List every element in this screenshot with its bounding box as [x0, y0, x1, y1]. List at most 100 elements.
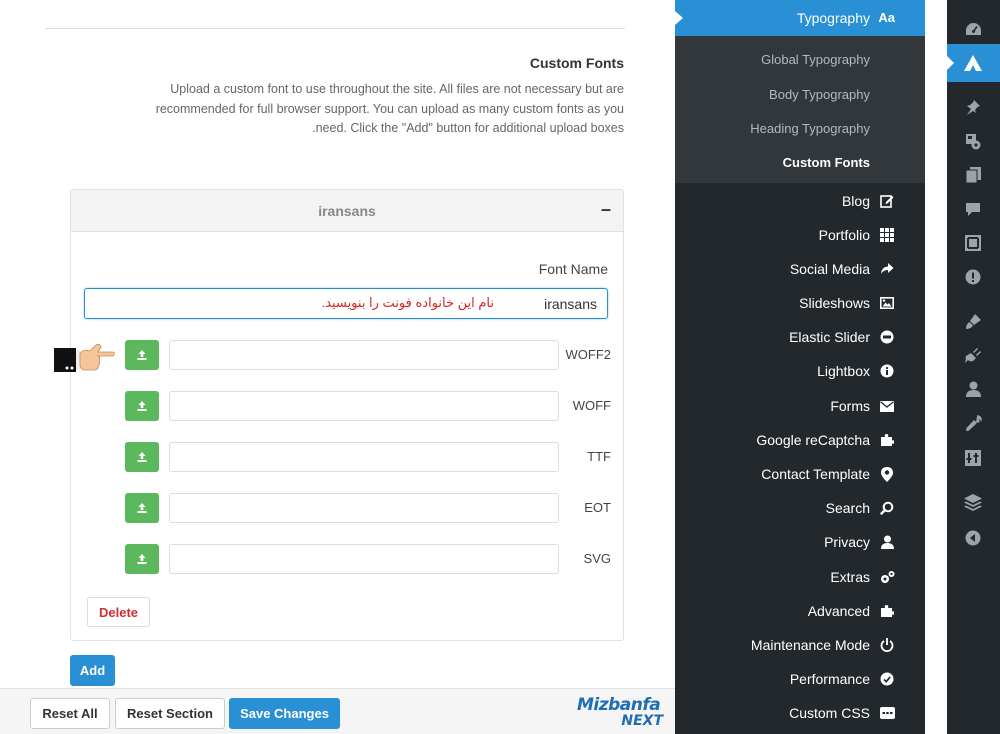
sidebar-item-custom-css[interactable]: Custom CSS [675, 696, 925, 730]
upload-label: TTF [587, 449, 611, 464]
font-name-input[interactable]: iransans نام این خانواده فونت را بنویسید… [84, 288, 608, 319]
sidebar-item-search[interactable]: Search [675, 491, 925, 525]
sidebar-item-elastic-slider[interactable]: Elastic Slider [675, 320, 925, 354]
typography-icon: Aa [878, 10, 895, 25]
share-icon [879, 261, 895, 277]
sidebar-item-typography[interactable]: Typography Aa [675, 0, 925, 36]
upload-field[interactable] [169, 544, 559, 574]
upload-icon [137, 554, 147, 564]
upload-field[interactable] [169, 391, 559, 421]
slider-icon [879, 329, 895, 345]
upload-button[interactable] [125, 340, 159, 370]
sidebar-item-maintenance-mode[interactable]: Maintenance Mode [675, 628, 925, 662]
logo-text-top: Mizbanfa [577, 695, 661, 715]
submenu-heading-typography[interactable]: Heading Typography [750, 121, 870, 136]
appearance-icon[interactable] [962, 310, 984, 332]
upload-field[interactable] [169, 442, 559, 472]
pages-icon[interactable] [962, 164, 984, 186]
section-description: Upload a custom font to use throughout t… [155, 82, 624, 135]
plugins-icon[interactable] [962, 344, 984, 366]
sidebar-item-slideshows[interactable]: Slideshows [675, 286, 925, 320]
sidebar-item-label: Advanced [807, 603, 870, 619]
upload-icon [137, 401, 147, 411]
typography-submenu: Global Typography Body Typography Headin… [675, 36, 925, 183]
save-changes-button[interactable]: Save Changes [229, 698, 340, 729]
upload-label: EOT [584, 500, 611, 515]
tools-icon[interactable] [962, 412, 984, 434]
grid-icon [879, 227, 895, 243]
collapse-button[interactable]: – [601, 199, 611, 220]
sidebar-item-label: Maintenance Mode [750, 637, 870, 653]
power-icon [879, 637, 895, 653]
sidebar-item-lightbox[interactable]: Lightbox [675, 354, 925, 388]
font-name-value: iransans [544, 296, 597, 312]
sidebar-item-social-media[interactable]: Social Media [675, 252, 925, 286]
main-content: Custom Fonts Upload a custom font to use… [0, 0, 675, 734]
alert-icon[interactable] [962, 266, 984, 288]
sidebar-item-privacy[interactable]: Privacy [675, 525, 925, 559]
info-icon [879, 363, 895, 379]
sidebar-item-label: Search [825, 500, 870, 516]
pointing-hand-icon [54, 343, 115, 372]
sidebar-item-label: Privacy [824, 534, 870, 550]
upload-field[interactable] [169, 340, 559, 370]
gauge-icon [879, 671, 895, 687]
font-box-header[interactable]: iransans – [71, 190, 623, 232]
upload-row-eot: EOT [71, 493, 625, 524]
upload-button[interactable] [125, 391, 159, 421]
mizbanfa-logo: Mizbanfa NEXT [577, 696, 669, 730]
user-icon [879, 534, 895, 550]
sidebar-item-label: Typography [796, 10, 870, 26]
comments-icon[interactable] [962, 198, 984, 220]
upload-icon [137, 503, 147, 513]
logo-text-bottom: NEXT [621, 713, 663, 729]
submenu-custom-fonts[interactable]: Custom Fonts [783, 155, 870, 170]
users-icon[interactable] [962, 378, 984, 400]
sidebar-item-portfolio[interactable]: Portfolio [675, 218, 925, 252]
font-name-annotation: نام این خانواده فونت را بنویسید. [321, 295, 494, 310]
sidebar-item-blog[interactable]: Blog [675, 184, 925, 218]
submenu-global-typography[interactable]: Global Typography [761, 52, 870, 67]
page: Custom Fonts Upload a custom font to use… [0, 0, 1000, 734]
upload-icon [137, 452, 147, 462]
media-icon[interactable] [962, 130, 984, 152]
dashboard-icon[interactable] [962, 18, 984, 40]
reset-section-button[interactable]: Reset Section [115, 698, 225, 729]
settings-icon[interactable] [962, 447, 984, 469]
portfolio-icon[interactable] [962, 232, 984, 254]
admin-menu-bar [947, 0, 1000, 734]
upload-row-ttf: TTF [71, 442, 625, 473]
sidebar-item-label: Blog [841, 193, 870, 209]
upload-field[interactable] [169, 493, 559, 523]
sidebar-item-label: Forms [830, 398, 870, 414]
gears-icon [879, 569, 895, 585]
sidebar-item-performance[interactable]: Performance [675, 662, 925, 696]
sidebar-item-extras[interactable]: Extras [675, 560, 925, 594]
sidebar-item-label: Lightbox [817, 363, 870, 379]
upload-button[interactable] [125, 544, 159, 574]
reset-all-button[interactable]: Reset All [30, 698, 110, 729]
custom-font-box: iransans – Font Name iransans نام این خا… [70, 189, 624, 641]
image-icon [879, 295, 895, 311]
sidebar-item-label: Extras [830, 569, 870, 585]
upload-row-woff: WOFF [71, 391, 625, 422]
avada-icon[interactable] [962, 52, 984, 74]
css-icon [879, 705, 895, 721]
edit-icon [879, 193, 895, 209]
sidebar-item-label: Custom CSS [789, 705, 870, 721]
divider [45, 28, 625, 29]
upload-label: SVG [583, 551, 611, 566]
submenu-body-typography[interactable]: Body Typography [769, 87, 870, 102]
sidebar-item-contact-template[interactable]: Contact Template [675, 457, 925, 491]
delete-button[interactable]: Delete [87, 597, 150, 627]
sidebar-item-forms[interactable]: Forms [675, 389, 925, 423]
pin-icon[interactable] [962, 96, 984, 118]
collapse-icon[interactable] [962, 527, 984, 549]
add-button[interactable]: Add [70, 655, 115, 686]
layers-icon[interactable] [962, 491, 984, 513]
sidebar-item-google-recaptcha[interactable]: Google reCaptcha [675, 423, 925, 457]
upload-button[interactable] [125, 442, 159, 472]
font-name-label: Font Name [538, 261, 608, 277]
sidebar-item-advanced[interactable]: Advanced [675, 594, 925, 628]
upload-button[interactable] [125, 493, 159, 523]
